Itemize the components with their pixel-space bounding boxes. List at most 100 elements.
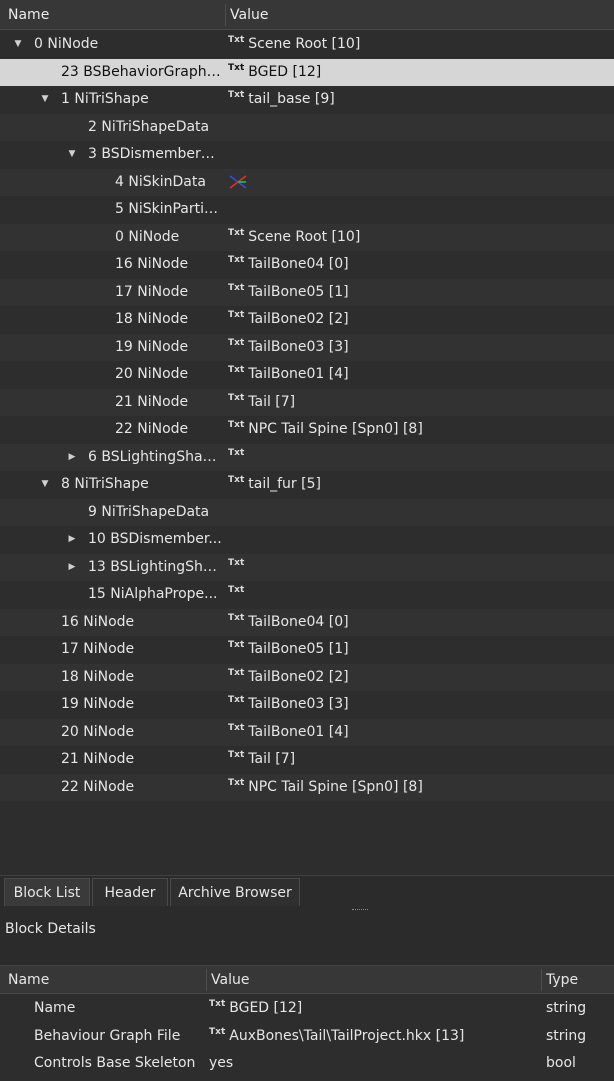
- text-type-icon: Txt: [228, 282, 245, 293]
- column-separator[interactable]: [541, 969, 542, 991]
- details-header-type[interactable]: Type: [546, 966, 578, 994]
- tree-row-name: 10 BSDismember...: [88, 531, 222, 547]
- skin-axes-icon: [229, 174, 247, 189]
- tree-row-value-text: TailBone01 [4]: [248, 366, 349, 382]
- tree-row-value: Txt TailBone01 [4]: [228, 719, 349, 747]
- tree-row-name: 1 NiTriShape: [61, 91, 149, 107]
- details-header-value[interactable]: Value: [211, 966, 249, 994]
- tree-header-name[interactable]: Name: [8, 0, 49, 30]
- text-type-icon: Txt: [228, 255, 245, 265]
- tree-row-name: 13 BSLightingSha...: [88, 558, 222, 575]
- tree-row-name: 9 NiTriShapeData: [88, 503, 210, 520]
- tree-row[interactable]: ▼ 1 NiTriShape Txt tail_base [9]: [0, 86, 614, 114]
- tree-row[interactable]: 16 NiNode Txt TailBone04 [0]: [0, 251, 614, 279]
- tree-row[interactable]: ▶ 10 BSDismember...: [0, 526, 614, 554]
- tree-row-value: [228, 169, 248, 197]
- expanded-arrow-icon[interactable]: ▼: [12, 31, 24, 59]
- block-details-panel: Name Value Type Name Txt BGED [12] string Be…: [0, 965, 614, 1081]
- tree-row[interactable]: 21 NiNode Txt Tail [7]: [0, 746, 614, 774]
- tree-row[interactable]: 4 NiSkinData: [0, 168, 614, 197]
- tree-header: Name Value: [0, 0, 614, 30]
- text-type-icon: Txt: [209, 1026, 226, 1037]
- collapsed-arrow-icon[interactable]: ▶: [66, 444, 78, 472]
- tree-row-value: Txt TailBone03 [3]: [228, 691, 349, 719]
- text-type-icon: Txt: [228, 337, 245, 348]
- text-type-icon: Txt: [228, 365, 245, 375]
- tab-archive-browser[interactable]: Archive Browser: [170, 878, 300, 906]
- tree-row[interactable]: 2 NiTriShapeData: [0, 113, 614, 141]
- tree-row[interactable]: 16 NiNode Txt TailBone04 [0]: [0, 608, 614, 637]
- tree-row[interactable]: ▼ 0 NiNode Txt Scene Root [10]: [0, 31, 614, 59]
- column-separator[interactable]: [206, 969, 207, 991]
- tree-row-name: 17 NiNode: [61, 641, 135, 657]
- column-separator[interactable]: [225, 4, 226, 26]
- expanded-arrow-icon[interactable]: ▼: [66, 141, 78, 169]
- tree-row[interactable]: 19 NiNode Txt TailBone03 [3]: [0, 691, 614, 719]
- tree-row[interactable]: 15 NiAlphaPrope... Txt: [0, 581, 614, 609]
- tree-row-value: Txt TailBone04 [0]: [228, 609, 349, 637]
- text-type-icon: Txt: [228, 777, 245, 788]
- tree-row[interactable]: 18 NiNode Txt TailBone02 [2]: [0, 306, 614, 334]
- details-row-value[interactable]: Txt BGED [12]: [209, 994, 302, 1022]
- details-row-value-text: AuxBones\Tail\TailProject.hkx [13]: [229, 1027, 465, 1044]
- details-row-value[interactable]: Txt AuxBones\Tail\TailProject.hkx [13]: [209, 1022, 464, 1050]
- tree-row[interactable]: 19 NiNode Txt TailBone03 [3]: [0, 333, 614, 361]
- details-row[interactable]: Behaviour Graph File Txt AuxBones\Tail\Tai…: [0, 1022, 614, 1050]
- tab-block-list[interactable]: Block List: [4, 878, 90, 906]
- tree-row-value-text: Tail [7]: [248, 751, 296, 767]
- tree-row-value: Txt Scene Root [10]: [228, 224, 360, 252]
- tree-row[interactable]: ▼ 3 BSDismemberS...: [0, 141, 614, 169]
- tree-row[interactable]: 21 NiNode Txt Tail [7]: [0, 388, 614, 416]
- tab-header[interactable]: Header: [92, 878, 168, 906]
- tree-row-name: 16 NiNode: [115, 256, 189, 272]
- tree-row-value-text: Tail [7]: [248, 393, 296, 410]
- tree-row[interactable]: 20 NiNode Txt TailBone01 [4]: [0, 361, 614, 389]
- tree-row[interactable]: 5 NiSkinPartiti...: [0, 196, 614, 224]
- tree-row-value: Txt: [228, 444, 248, 472]
- tree-row-name: 18 NiNode: [115, 311, 189, 327]
- collapsed-arrow-icon[interactable]: ▶: [66, 526, 78, 554]
- details-header-name[interactable]: Name: [8, 966, 49, 994]
- collapsed-arrow-icon[interactable]: ▶: [66, 554, 78, 582]
- tree-row-name: 0 NiNode: [115, 228, 180, 245]
- tree-row-value-text: TailBone03 [3]: [248, 696, 349, 712]
- text-type-icon: Txt: [228, 557, 245, 568]
- tree-row-value: Txt TailBone04 [0]: [228, 251, 349, 279]
- tree-header-value[interactable]: Value: [230, 0, 268, 30]
- tree-row-value: Txt TailBone01 [4]: [228, 361, 349, 389]
- block-details-title: Block Details: [5, 921, 96, 937]
- tree-row-value: Txt TailBone02 [2]: [228, 664, 349, 692]
- tree-row[interactable]: ▶ 6 BSLightingShad... Txt: [0, 443, 614, 472]
- details-row[interactable]: Controls Base Skeleton yes bool: [0, 1049, 614, 1077]
- tree-row[interactable]: 9 NiTriShapeData: [0, 498, 614, 526]
- tree-row-value-text: TailBone02 [2]: [248, 668, 349, 685]
- tree-row[interactable]: 18 NiNode Txt TailBone02 [2]: [0, 663, 614, 692]
- tree-row-value-text: NPC Tail Spine [Spn0] [8]: [248, 778, 423, 795]
- text-type-icon: Txt: [228, 90, 245, 100]
- details-row-name: Controls Base Skeleton: [34, 1055, 196, 1071]
- text-type-icon: Txt: [228, 62, 245, 73]
- tree-row[interactable]: 17 NiNode Txt TailBone05 [1]: [0, 278, 614, 306]
- expanded-arrow-icon[interactable]: ▼: [39, 471, 51, 499]
- splitter-handle[interactable]: [352, 909, 368, 913]
- tree-row[interactable]: 22 NiNode Txt NPC Tail Spine [Spn0] [8]: [0, 773, 614, 801]
- details-row-name: Behaviour Graph File: [34, 1027, 181, 1044]
- tree-row[interactable]: 20 NiNode Txt TailBone01 [4]: [0, 718, 614, 747]
- text-type-icon: Txt: [228, 585, 245, 595]
- expanded-arrow-icon[interactable]: ▼: [39, 86, 51, 114]
- details-row-value[interactable]: yes: [209, 1049, 233, 1077]
- details-row[interactable]: Name Txt BGED [12] string: [0, 994, 614, 1022]
- tree-row[interactable]: ▼ 8 NiTriShape Txt tail_fur [5]: [0, 471, 614, 499]
- tree-row-value: Txt: [228, 554, 248, 582]
- tree-row-name: 8 NiTriShape: [61, 476, 149, 492]
- tree-row-name: 19 NiNode: [115, 338, 189, 355]
- tree-row[interactable]: 17 NiNode Txt TailBone05 [1]: [0, 636, 614, 664]
- tree-row-value-text: tail_fur [5]: [248, 476, 321, 492]
- tree-row[interactable]: ▶ 13 BSLightingSha... Txt: [0, 553, 614, 582]
- tree-row-value-text: TailBone01 [4]: [248, 723, 349, 740]
- text-type-icon: Txt: [228, 667, 245, 678]
- tree-row[interactable]: 0 NiNode Txt Scene Root [10]: [0, 223, 614, 252]
- tree-row[interactable]: 22 NiNode Txt NPC Tail Spine [Spn0] [8]: [0, 416, 614, 444]
- tree-row-value-text: TailBone03 [3]: [248, 338, 349, 355]
- tree-row[interactable]: 23 BSBehaviorGraphE... Txt BGED [12]: [0, 58, 614, 86]
